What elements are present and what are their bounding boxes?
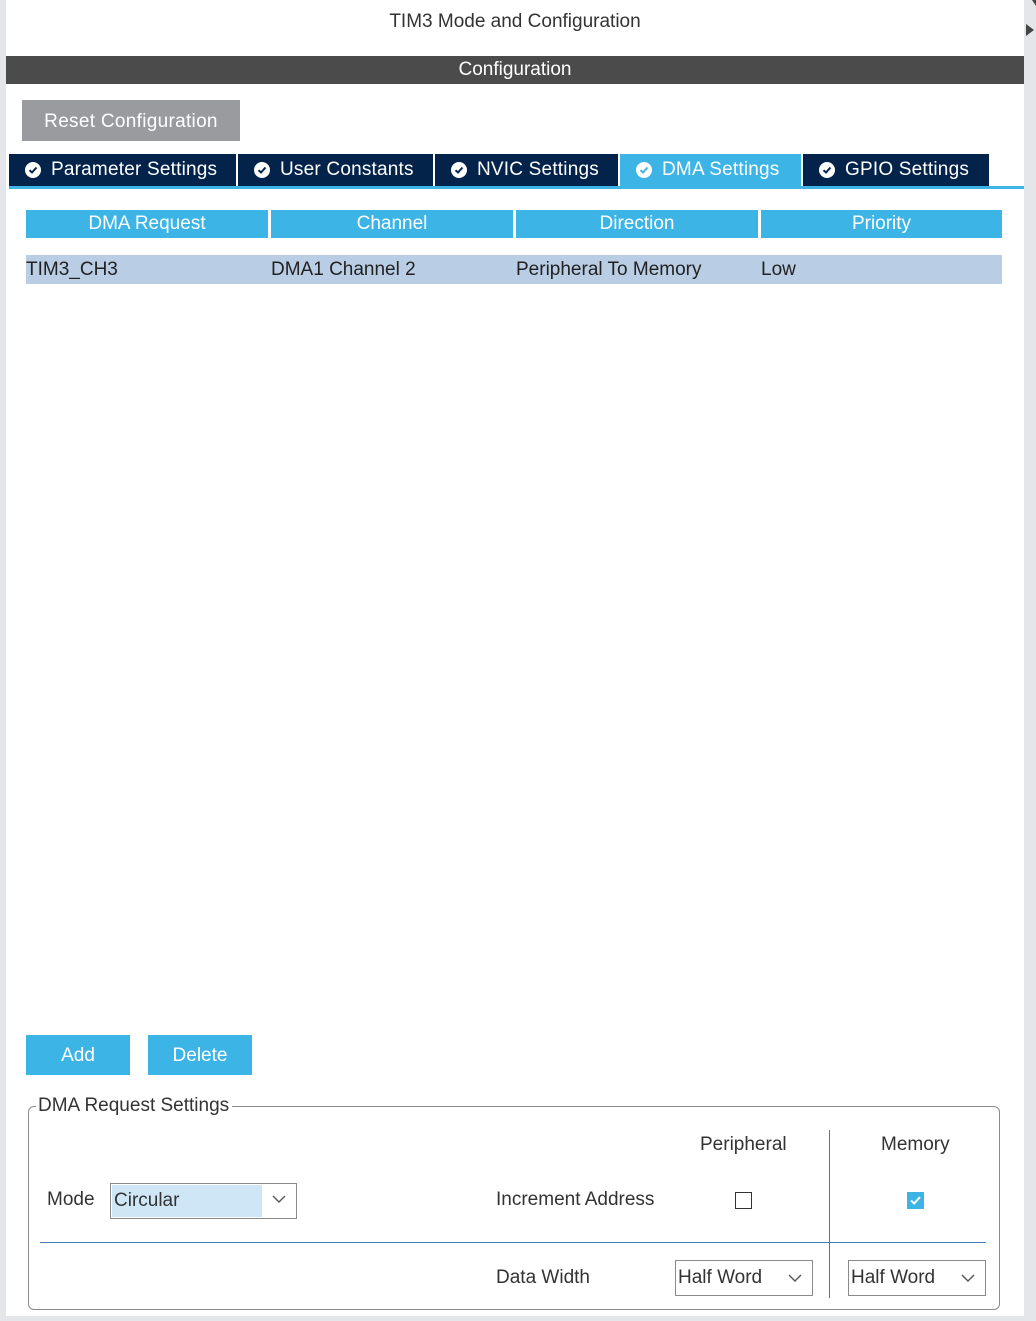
cell-channel[interactable]: DMA1 Channel 2 bbox=[268, 255, 513, 284]
cell-priority[interactable]: Low bbox=[758, 255, 1002, 284]
tab-bar: Parameter Settings User Constants NVIC S… bbox=[9, 154, 991, 186]
settings-group-legend: DMA Request Settings bbox=[36, 1095, 233, 1117]
row-divider bbox=[40, 1242, 986, 1243]
chevron-down-icon bbox=[272, 1195, 286, 1203]
chevron-down-icon bbox=[961, 1274, 975, 1282]
check-circle-icon bbox=[451, 162, 467, 178]
tab-nvic-settings[interactable]: NVIC Settings bbox=[435, 154, 618, 186]
check-circle-icon bbox=[254, 162, 270, 178]
column-header-priority[interactable]: Priority bbox=[761, 210, 1002, 238]
column-divider bbox=[829, 1130, 830, 1298]
arrow-right-icon bbox=[1026, 0, 1036, 36]
dma-request-table: DMA Request Channel Direction Priority T… bbox=[26, 210, 1002, 284]
panel-collapse-arrows[interactable] bbox=[1024, 0, 1036, 56]
table-row[interactable]: TIM3_CH3 DMA1 Channel 2 Peripheral To Me… bbox=[26, 255, 1002, 284]
cell-direction[interactable]: Peripheral To Memory bbox=[513, 255, 758, 284]
mode-select[interactable]: Circular bbox=[110, 1183, 297, 1219]
peripheral-column-header: Peripheral bbox=[700, 1134, 787, 1155]
check-circle-icon bbox=[25, 162, 41, 178]
reset-configuration-button[interactable]: Reset Configuration bbox=[22, 100, 240, 141]
increment-address-label: Increment Address bbox=[496, 1189, 655, 1210]
tab-gpio-settings[interactable]: GPIO Settings bbox=[803, 154, 989, 186]
tab-label: Parameter Settings bbox=[51, 159, 218, 180]
check-circle-icon bbox=[636, 162, 652, 178]
select-value: Half Word bbox=[851, 1267, 936, 1288]
tab-label: DMA Settings bbox=[662, 159, 780, 180]
column-header-direction[interactable]: Direction bbox=[516, 210, 758, 238]
column-header-channel[interactable]: Channel bbox=[271, 210, 513, 238]
tab-dma-settings[interactable]: DMA Settings bbox=[620, 154, 801, 186]
checkmark-icon bbox=[910, 1196, 921, 1205]
add-button[interactable]: Add bbox=[26, 1035, 130, 1075]
cell-dma-request: TIM3_CH3 bbox=[26, 259, 118, 280]
delete-button[interactable]: Delete bbox=[148, 1035, 252, 1075]
select-value: Half Word bbox=[678, 1267, 763, 1288]
memory-increment-checkbox[interactable] bbox=[907, 1192, 924, 1209]
peripheral-data-width-select[interactable]: Half Word bbox=[675, 1260, 813, 1296]
memory-data-width-select[interactable]: Half Word bbox=[848, 1260, 986, 1296]
section-title: Configuration bbox=[6, 56, 1024, 84]
data-width-label: Data Width bbox=[496, 1267, 590, 1288]
chevron-down-icon bbox=[788, 1274, 802, 1282]
peripheral-increment-checkbox[interactable] bbox=[735, 1192, 752, 1209]
memory-column-header: Memory bbox=[881, 1134, 950, 1155]
check-circle-icon bbox=[819, 162, 835, 178]
tab-parameter-settings[interactable]: Parameter Settings bbox=[9, 154, 236, 186]
tab-user-constants[interactable]: User Constants bbox=[238, 154, 433, 186]
window-title: TIM3 Mode and Configuration bbox=[6, 0, 1024, 44]
table-header: DMA Request Channel Direction Priority bbox=[26, 210, 1002, 238]
tab-label: User Constants bbox=[280, 159, 414, 180]
mode-label: Mode bbox=[47, 1189, 95, 1210]
tab-label: GPIO Settings bbox=[845, 159, 970, 180]
tab-label: NVIC Settings bbox=[477, 159, 599, 180]
column-header-dma-request[interactable]: DMA Request bbox=[26, 210, 268, 238]
tab-underline bbox=[9, 186, 1024, 189]
config-panel: TIM3 Mode and Configuration Configuratio… bbox=[6, 0, 1024, 1316]
mode-select-value: Circular bbox=[112, 1185, 262, 1217]
